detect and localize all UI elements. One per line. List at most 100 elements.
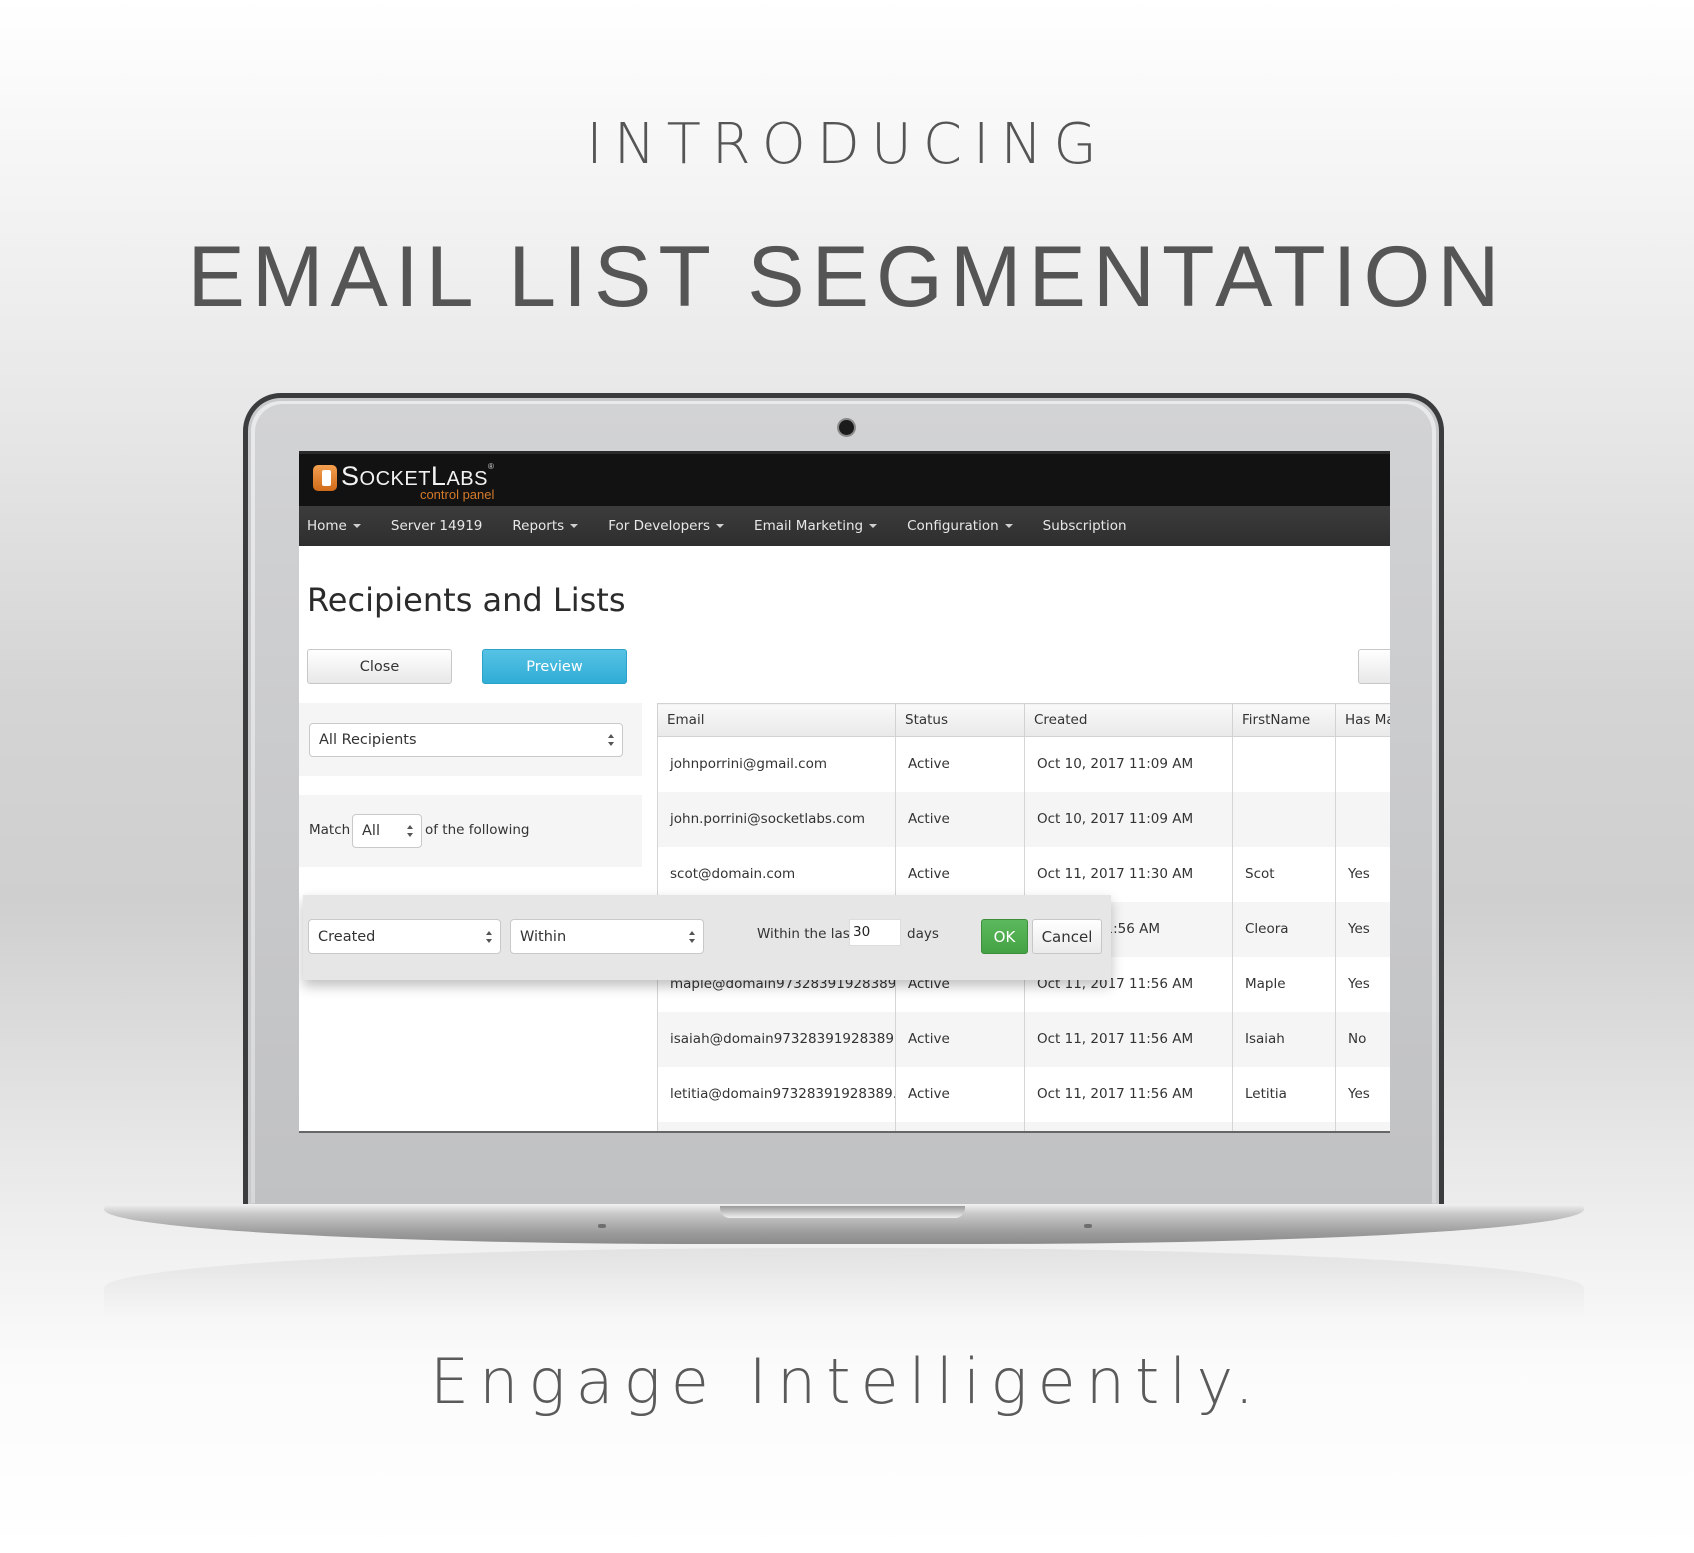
table-row[interactable]: letitia@domain97328391928389.comActiveOc… bbox=[657, 1066, 1390, 1122]
filter-field-value: Created bbox=[318, 928, 376, 945]
list-select[interactable]: All Recipients bbox=[309, 723, 623, 757]
toolbar-button-right[interactable] bbox=[1358, 649, 1390, 684]
cancel-button[interactable]: Cancel bbox=[1032, 919, 1102, 954]
table-cell: Oct 11, 2017 11:56 AM bbox=[1024, 1011, 1233, 1067]
socketlabs-logo[interactable]: SOCKETLABS® control panel bbox=[313, 463, 494, 503]
socketlabs-logo-icon bbox=[313, 465, 337, 491]
table-cell: Oct 11, 2017 11:56 AM bbox=[1024, 1066, 1233, 1122]
table-cell bbox=[1232, 736, 1336, 792]
days-input[interactable] bbox=[849, 919, 901, 946]
tagline: Engage Intelligently. bbox=[429, 1345, 1265, 1418]
table-cell: Letitia bbox=[1232, 1066, 1336, 1122]
logo-letter: S bbox=[341, 461, 360, 491]
table-cell: Active bbox=[895, 1066, 1025, 1122]
table-cell: Scot bbox=[1232, 846, 1336, 902]
laptop-reflection bbox=[104, 1248, 1584, 1318]
select-arrows-icon bbox=[689, 930, 695, 943]
caret-down-icon bbox=[716, 524, 725, 528]
column-header[interactable]: Has Ma bbox=[1335, 703, 1390, 737]
caret-down-icon bbox=[352, 524, 361, 528]
table-cell: Oct 10, 2017 11:09 AM bbox=[1024, 736, 1233, 792]
table-row[interactable]: scot@domain.com Active Oct 11, 2017 11:30 … bbox=[657, 846, 1390, 902]
column-header[interactable]: Created bbox=[1024, 703, 1233, 737]
nav-item-label: Configuration bbox=[907, 518, 999, 534]
table-cell: Yes bbox=[1335, 846, 1390, 902]
table-row[interactable]: johnporrini@gmail.com Active Oct 10, 2017 … bbox=[657, 736, 1390, 792]
nav-item-label: Server 14919 bbox=[390, 518, 483, 534]
select-arrows-icon bbox=[407, 825, 413, 837]
caret-down-icon bbox=[570, 524, 579, 528]
table-cell: Yes bbox=[1335, 901, 1390, 957]
column-header[interactable]: Email bbox=[657, 703, 896, 737]
logo-text: SOCKETLABS® control panel bbox=[341, 463, 494, 502]
table-cell: Yes bbox=[1335, 1066, 1390, 1122]
table-cell: Active bbox=[895, 736, 1025, 792]
app-screen: SOCKETLABS® control panel Home Server 149… bbox=[299, 451, 1390, 1133]
table-cell: Oct 11, 2017 11:30 AM bbox=[1024, 846, 1233, 902]
screen-edge bbox=[299, 1131, 1390, 1133]
nav-item-label: Subscription bbox=[1042, 518, 1127, 534]
laptop-foot bbox=[598, 1224, 606, 1228]
nav-item-label: Reports bbox=[512, 518, 565, 534]
intro-heading: INTRODUCING bbox=[586, 112, 1108, 177]
main-nav: Home Server 14919 Reports For Developers Ema… bbox=[299, 506, 1390, 546]
app-header: SOCKETLABS® control panel bbox=[299, 451, 1390, 506]
page-title: Recipients and Lists bbox=[307, 581, 626, 619]
table-cell: isaiah@domain97328391928389.com bbox=[657, 1011, 896, 1067]
table-cell: Active bbox=[895, 1011, 1025, 1067]
table-cell: Cleora bbox=[1232, 901, 1336, 957]
nav-item-label: Home bbox=[307, 518, 347, 534]
table-cell: john.porrini@socketlabs.com bbox=[657, 791, 896, 847]
registered-mark: ® bbox=[487, 462, 495, 471]
nav-item-label: Email Marketing bbox=[754, 518, 864, 534]
match-prefix-label: Match bbox=[309, 822, 351, 838]
ok-button[interactable]: OK bbox=[981, 919, 1028, 954]
nav-item-configuration[interactable]: Configuration bbox=[907, 518, 1013, 534]
match-select-value: All bbox=[362, 823, 380, 839]
nav-item-home[interactable]: Home bbox=[307, 518, 361, 534]
table-row[interactable]: john.porrini@socketlabs.com Active Oct 10,… bbox=[657, 791, 1390, 847]
table-cell: Yes bbox=[1335, 956, 1390, 1012]
table-cell bbox=[1335, 791, 1390, 847]
match-select[interactable]: All bbox=[352, 814, 422, 848]
days-label: days bbox=[907, 926, 939, 942]
table-header-row: Email Status Created FirstName Has Ma bbox=[657, 703, 1390, 737]
nav-item-for-developers[interactable]: For Developers bbox=[608, 518, 725, 534]
nav-item-label: For Developers bbox=[608, 518, 711, 534]
table-cell: No bbox=[1335, 1011, 1390, 1067]
close-button[interactable]: Close bbox=[307, 649, 452, 684]
table-cell: Maple bbox=[1232, 956, 1336, 1012]
nav-item-subscription[interactable]: Subscription bbox=[1043, 518, 1127, 534]
nav-item-email-marketing[interactable]: Email Marketing bbox=[754, 518, 878, 534]
table-cell: Isaiah bbox=[1232, 1011, 1336, 1067]
table-cell: Active bbox=[895, 846, 1025, 902]
table-cell: Active bbox=[895, 791, 1025, 847]
column-header[interactable]: Status bbox=[895, 703, 1025, 737]
preview-button[interactable]: Preview bbox=[482, 649, 627, 684]
table-cell: scot@domain.com bbox=[657, 846, 896, 902]
camera-icon bbox=[839, 420, 854, 435]
caret-down-icon bbox=[869, 524, 878, 528]
table-cell: Oct 10, 2017 11:09 AM bbox=[1024, 791, 1233, 847]
nav-item-server-14919[interactable]: Server 14919 bbox=[391, 518, 483, 534]
laptop-foot bbox=[1084, 1224, 1092, 1228]
table-cell bbox=[1335, 736, 1390, 792]
filter-operator-select[interactable]: Within bbox=[510, 919, 704, 954]
laptop-opening-notch bbox=[720, 1206, 965, 1218]
select-arrows-icon bbox=[486, 930, 492, 943]
within-label: Within the last bbox=[757, 926, 856, 942]
list-select-value: All Recipients bbox=[319, 732, 417, 748]
logo-wordmark: SOCKETLABS® bbox=[341, 463, 494, 490]
filter-rule-editor: Created Within Within the last days OK C… bbox=[303, 895, 1111, 980]
headline: EMAIL LIST SEGMENTATION bbox=[187, 229, 1507, 325]
nav-item-reports[interactable]: Reports bbox=[512, 518, 579, 534]
filter-field-select[interactable]: Created bbox=[308, 919, 501, 954]
table-cell: letitia@domain97328391928389.com bbox=[657, 1066, 896, 1122]
filter-operator-value: Within bbox=[520, 928, 567, 945]
table-row[interactable]: isaiah@domain97328391928389.comActiveOct… bbox=[657, 1011, 1390, 1067]
caret-down-icon bbox=[1004, 524, 1013, 528]
table-cell: johnporrini@gmail.com bbox=[657, 736, 896, 792]
table-cell bbox=[1232, 791, 1336, 847]
column-header[interactable]: FirstName bbox=[1232, 703, 1336, 737]
match-suffix-label: of the following bbox=[425, 822, 530, 838]
